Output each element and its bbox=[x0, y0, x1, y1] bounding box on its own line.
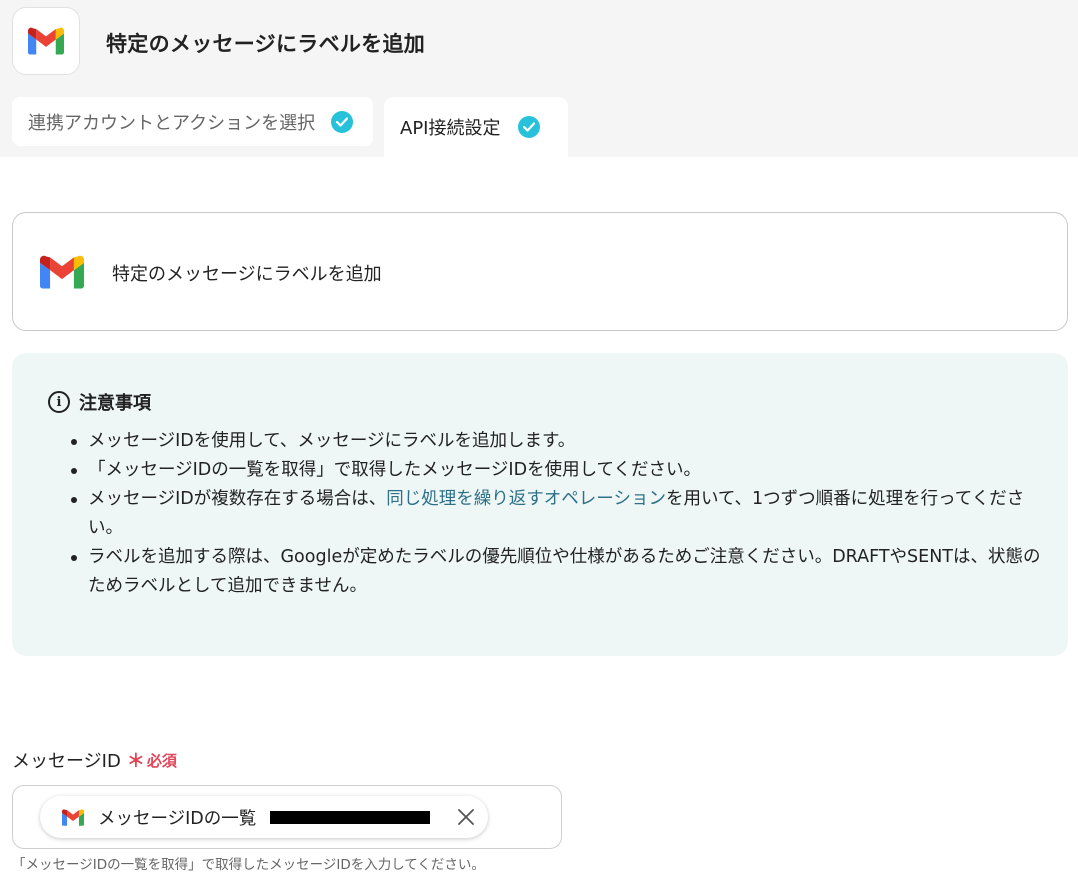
tab-label: 連携アカウントとアクションを選択 bbox=[28, 112, 316, 134]
tab-account-action[interactable]: 連携アカウントとアクションを選択 bbox=[12, 97, 373, 146]
variable-chip[interactable]: メッセージIDの一覧 bbox=[40, 796, 488, 838]
notice-item: ラベルを追加する際は、Googleが定めたラベルの優先順位や仕様があるためご注意… bbox=[68, 543, 1043, 601]
page-title: 特定のメッセージにラベルを追加 bbox=[106, 32, 426, 56]
action-card: 特定のメッセージにラベルを追加 bbox=[12, 212, 1068, 331]
gmail-icon bbox=[40, 255, 84, 289]
notice-list: メッセージIDを使用して、メッセージにラベルを追加します。 「メッセージIDの一… bbox=[68, 427, 1043, 601]
tab-label: API接続設定 bbox=[400, 118, 501, 139]
helper-text: 「メッセージIDの一覧を取得」で取得したメッセージIDを入力してください。 bbox=[12, 857, 485, 873]
top-bar: 特定のメッセージにラベルを追加 連携アカウントとアクションを選択 API接続設定 bbox=[0, 0, 1078, 157]
redacted-value bbox=[270, 810, 431, 824]
close-icon[interactable] bbox=[456, 807, 476, 827]
notice-item: 「メッセージIDの一覧を取得」で取得したメッセージIDを使用してください。 bbox=[68, 456, 1043, 485]
notice-heading: i 注意事項 bbox=[48, 389, 151, 415]
tab-api-settings[interactable]: API接続設定 bbox=[384, 97, 568, 157]
required-badge: 必須 bbox=[146, 751, 177, 770]
notice-heading-text: 注意事項 bbox=[79, 393, 151, 414]
notice-item: メッセージIDを使用して、メッセージにラベルを追加します。 bbox=[68, 427, 1043, 456]
gmail-icon bbox=[62, 808, 84, 826]
notice-box: i 注意事項 メッセージIDを使用して、メッセージにラベルを追加します。 「メッ… bbox=[12, 353, 1068, 656]
required-asterisk: ＊ bbox=[126, 751, 145, 772]
info-icon: i bbox=[48, 391, 70, 413]
gmail-icon bbox=[28, 27, 64, 55]
gmail-app-icon bbox=[12, 7, 80, 75]
check-icon bbox=[331, 110, 354, 133]
repeat-operation-link[interactable]: 同じ処理を繰り返すオペレーション bbox=[386, 489, 666, 509]
message-id-label: メッセージID ＊ 必須 bbox=[12, 747, 177, 773]
notice-item: メッセージIDが複数存在する場合は、同じ処理を繰り返すオペレーションを用いて、1… bbox=[68, 485, 1043, 543]
message-id-input[interactable]: メッセージIDの一覧 bbox=[12, 785, 562, 849]
check-icon bbox=[518, 116, 541, 138]
action-title: 特定のメッセージにラベルを追加 bbox=[112, 264, 382, 285]
chip-label: メッセージIDの一覧 bbox=[98, 808, 257, 829]
